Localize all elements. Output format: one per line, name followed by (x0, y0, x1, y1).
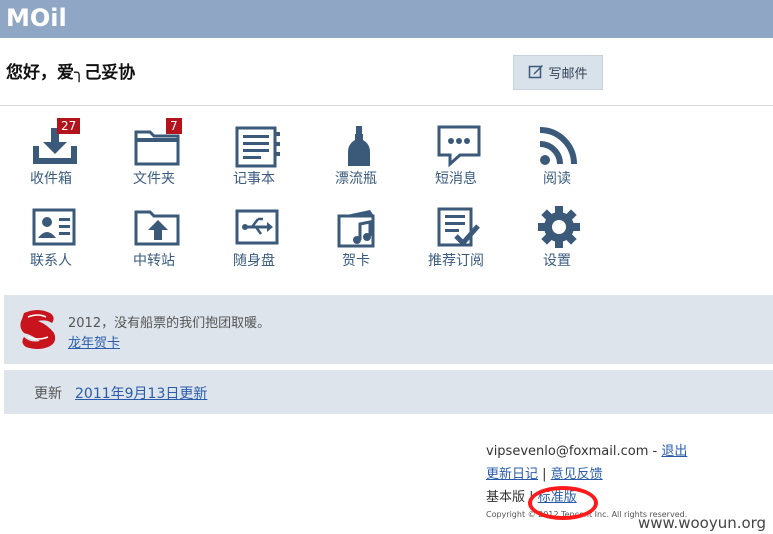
gear-icon (537, 204, 585, 250)
app-label: 收件箱 (30, 171, 72, 187)
bottle-icon (336, 122, 384, 168)
feedback-link[interactable]: 意见反馈 (551, 467, 603, 482)
red-circle-annotation (528, 486, 598, 520)
app-settings[interactable]: 设置 (517, 200, 597, 272)
app-sms[interactable]: 短消息 (416, 118, 496, 190)
checklist-icon (436, 204, 484, 250)
watermark: www.wooyun.org (638, 514, 767, 532)
app-inbox[interactable]: 27 收件箱 (11, 118, 91, 190)
account-email: vipsevenlo@foxmail.com (486, 444, 649, 459)
folders-badge: 7 (166, 118, 182, 134)
links-row: 更新日记 | 意见反馈 (486, 463, 603, 482)
divider (0, 105, 773, 106)
app-greeting-card[interactable]: 贺卡 (316, 200, 396, 272)
separator: - (648, 444, 662, 459)
separator: | (538, 467, 551, 482)
account-row: vipsevenlo@foxmail.com - 退出 (486, 440, 687, 459)
promo-link[interactable]: 龙年贺卡 (68, 332, 120, 351)
app-label: 推荐订阅 (428, 253, 484, 269)
greeting-text: 您好，爱╮己妥协 (6, 63, 136, 83)
update-label: 更新 (34, 386, 62, 402)
app-usb-disk[interactable]: 随身盘 (214, 200, 294, 272)
compose-label: 写邮件 (548, 67, 588, 82)
compose-button[interactable]: 写邮件 (513, 55, 603, 90)
usb-drive-icon (234, 204, 282, 250)
app-notepad[interactable]: 记事本 (214, 118, 294, 190)
basic-version-label: 基本版 (486, 490, 526, 505)
rss-icon (537, 122, 585, 168)
app-drift-bottle[interactable]: 漂流瓶 (316, 118, 396, 190)
app-subscriptions[interactable]: 推荐订阅 (416, 200, 496, 272)
dragon-icon (18, 307, 60, 355)
app-label: 随身盘 (233, 253, 275, 269)
pencil-square-icon (528, 63, 548, 83)
app-label: 阅读 (543, 171, 571, 187)
app-label: 贺卡 (342, 253, 370, 269)
logout-link[interactable]: 退出 (661, 444, 687, 459)
update-link[interactable]: 2011年9月13日更新 (75, 383, 207, 403)
mail-logo: MOil (6, 4, 67, 32)
inbox-badge: 27 (57, 118, 81, 134)
app-label: 联系人 (30, 253, 72, 269)
app-reader[interactable]: 阅读 (517, 118, 597, 190)
promo-banner: 2012，没有船票的我们抱团取暖。 龙年贺卡 (4, 295, 773, 364)
app-label: 短消息 (435, 171, 477, 187)
music-card-icon (336, 204, 384, 250)
app-folders[interactable]: 7 文件夹 (114, 118, 194, 190)
app-label: 设置 (543, 253, 571, 269)
app-label: 漂流瓶 (335, 171, 377, 187)
folder-upload-icon (134, 204, 182, 250)
notepad-icon (234, 122, 282, 168)
changelog-link[interactable]: 更新日记 (486, 467, 538, 482)
app-contacts[interactable]: 联系人 (11, 200, 91, 272)
app-transfer[interactable]: 中转站 (114, 200, 194, 272)
promo-text: 2012，没有船票的我们抱团取暖。 (68, 316, 271, 331)
app-label: 中转站 (133, 253, 175, 269)
app-label: 记事本 (233, 171, 275, 187)
top-bar: MOil (0, 0, 773, 38)
app-label: 文件夹 (133, 171, 175, 187)
contact-card-icon (31, 204, 79, 250)
chat-bubble-icon (436, 122, 484, 168)
update-banner: 更新 2011年9月13日更新 (4, 370, 773, 414)
